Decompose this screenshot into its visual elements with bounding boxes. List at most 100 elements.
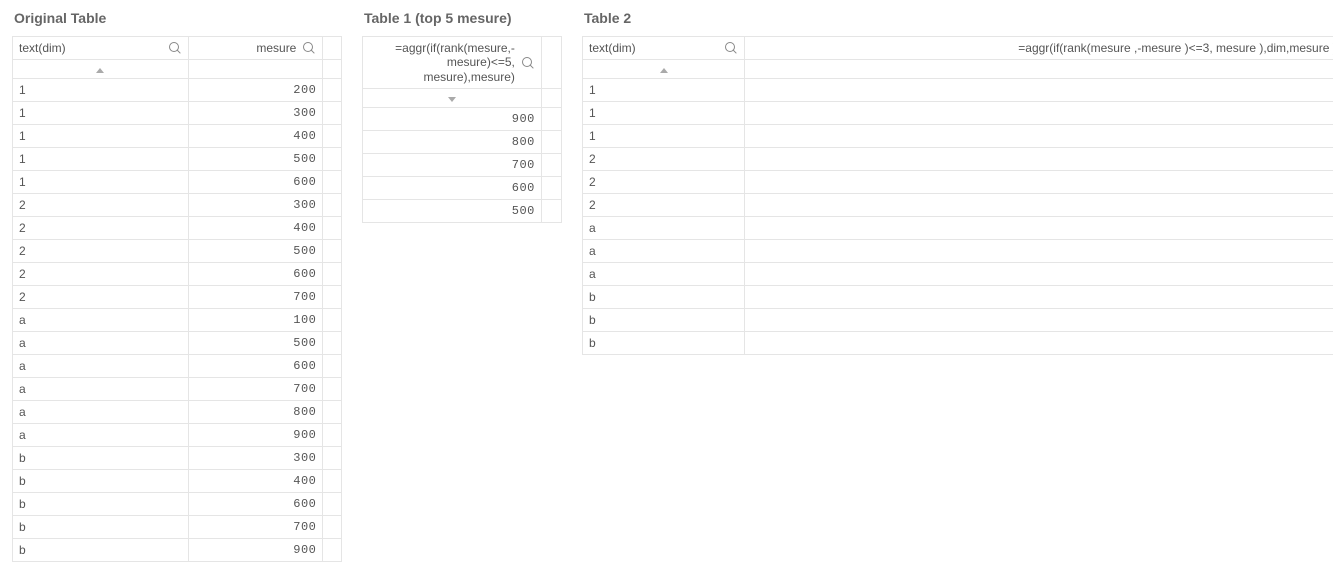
table-row[interactable]: b400 [13,470,342,493]
table-row[interactable]: a500 [13,332,342,355]
cell-dim: b [13,539,189,562]
table-row[interactable]: 1600 [583,79,1333,102]
table-row[interactable]: 2500 [13,240,342,263]
table-row[interactable]: a100 [13,309,342,332]
cell-dim: 1 [13,125,189,148]
spacer-cell [323,378,342,401]
cell-dim: 2 [583,194,745,217]
table-row[interactable]: 600 [363,177,562,200]
cell-mesure: 900 [188,539,322,562]
table-row[interactable]: a800 [583,240,1333,263]
table2-title: Table 2 [582,10,1333,26]
table-row[interactable]: 1400 [13,125,342,148]
cell-dim: a [13,309,189,332]
table-row[interactable]: a600 [13,355,342,378]
col-header-aggr[interactable]: =aggr(if(rank(mesure,-mesure)<=5, mesure… [363,37,542,89]
table-row[interactable]: 2300 [13,194,342,217]
col-header-mesure-label: mesure [195,41,296,55]
cell-mesure: 400 [188,470,322,493]
table-row[interactable]: a700 [13,378,342,401]
spacer-cell [323,424,342,447]
cell-dim: 2 [13,217,189,240]
table-row[interactable]: 2600 [583,171,1333,194]
search-icon[interactable] [168,41,182,55]
cell-mesure: 300 [188,102,322,125]
table-row[interactable]: 1200 [13,79,342,102]
col-header-mesure[interactable]: mesure [188,37,322,60]
table-row[interactable]: 500 [363,200,562,223]
spacer-cell [541,200,561,223]
table-row[interactable]: b900 [583,286,1333,309]
cell-value: 500 [363,200,542,223]
cell-dim: a [13,332,189,355]
cell-mesure: 200 [188,79,322,102]
table-row[interactable]: 700 [363,154,562,177]
spacer-cell [541,131,561,154]
cell-dim: b [583,286,745,309]
cell-mesure: 700 [188,378,322,401]
table-row[interactable]: b700 [13,516,342,539]
cell-dim: a [13,355,189,378]
spacer-cell [323,493,342,516]
table-row[interactable]: 2400 [13,217,342,240]
table-row[interactable]: 900 [363,108,562,131]
table-row[interactable]: b900 [13,539,342,562]
cell-dim: 1 [583,125,745,148]
cell-dim: b [583,332,745,355]
table-row[interactable]: 2700 [583,148,1333,171]
col-header-aggr[interactable]: =aggr(if(rank(mesure ,-mesure )<=3, mesu… [745,37,1333,60]
cell-dim: 2 [583,148,745,171]
table-row[interactable]: 1300 [13,102,342,125]
table-row[interactable]: 1500 [583,102,1333,125]
table-row[interactable]: b600 [583,332,1333,355]
cell-value: 400 [745,125,1333,148]
spacer-cell [323,401,342,424]
spacer-cell [323,194,342,217]
cell-mesure: 900 [188,424,322,447]
cell-mesure: 600 [188,263,322,286]
original-table-title: Original Table [12,10,342,26]
spacer-cell [323,447,342,470]
col-header-aggr-label: =aggr(if(rank(mesure ,-mesure )<=3, mesu… [751,41,1333,55]
cell-value: 800 [745,240,1333,263]
table-row[interactable]: 2700 [13,286,342,309]
search-icon[interactable] [724,41,738,55]
table-row[interactable]: 1600 [13,171,342,194]
table-row[interactable]: a700 [583,263,1333,286]
col-header-dim[interactable]: text(dim) [583,37,745,60]
table-row[interactable]: 2500 [583,194,1333,217]
table-row[interactable]: 1500 [13,148,342,171]
table-row[interactable]: b600 [13,493,342,516]
table1-panel: Table 1 (top 5 mesure) =aggr(if(rank(mes… [362,10,562,223]
spacer-cell [323,332,342,355]
table1-title: Table 1 (top 5 mesure) [362,10,562,26]
cell-value: 600 [363,177,542,200]
table-row[interactable]: 800 [363,131,562,154]
cell-mesure: 400 [188,217,322,240]
cell-value: 700 [745,309,1333,332]
col-header-dim-label: text(dim) [19,41,162,55]
table-row[interactable]: a900 [583,217,1333,240]
cell-mesure: 300 [188,194,322,217]
cell-dim: 1 [13,148,189,171]
spacer-cell [323,125,342,148]
cell-value: 700 [745,148,1333,171]
spacer-cell [323,470,342,493]
search-icon[interactable] [302,41,316,55]
sort-asc-icon[interactable] [96,68,104,73]
table-row[interactable]: a900 [13,424,342,447]
sort-asc-icon[interactable] [660,68,668,73]
cell-value: 900 [745,217,1333,240]
cell-value: 700 [363,154,542,177]
sort-desc-icon[interactable] [448,97,456,102]
col-header-dim[interactable]: text(dim) [13,37,189,60]
table-row[interactable]: a800 [13,401,342,424]
search-icon[interactable] [521,56,535,70]
table-row[interactable]: 2600 [13,263,342,286]
spacer-cell [323,309,342,332]
table-row[interactable]: 1400 [583,125,1333,148]
cell-value: 700 [745,263,1333,286]
table-row[interactable]: b300 [13,447,342,470]
cell-dim: b [13,447,189,470]
table-row[interactable]: b700 [583,309,1333,332]
